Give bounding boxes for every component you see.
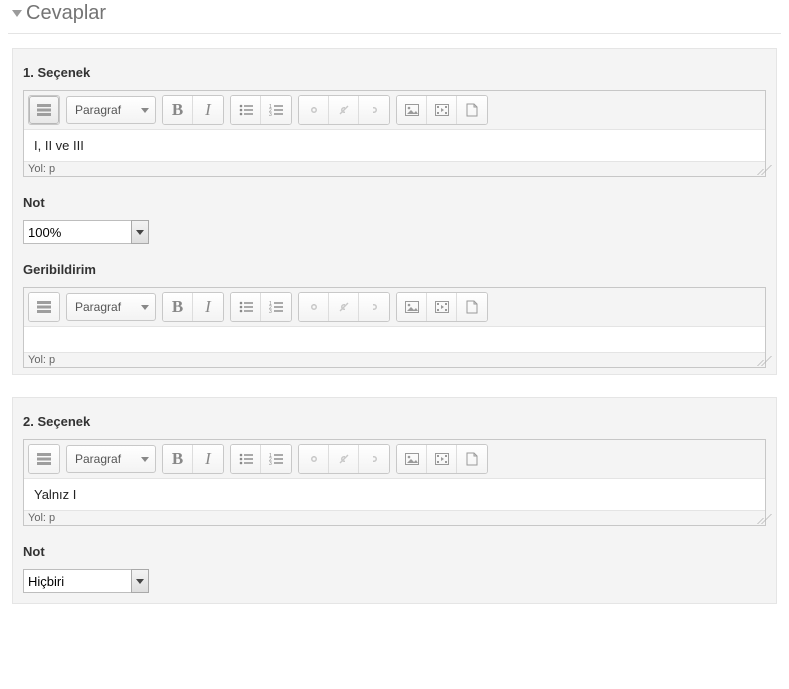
format-select[interactable]: Paragraf [66, 445, 156, 473]
answer-editor-1: Paragraf B I 123 [23, 90, 766, 177]
answer-content-input[interactable]: I, II ve III [24, 129, 765, 161]
svg-text:3: 3 [269, 461, 272, 465]
media-button[interactable] [427, 96, 457, 124]
feedback-editor-1: Paragraf B I 123 Yol [23, 287, 766, 368]
chevron-down-icon [136, 579, 144, 584]
select-dropdown-button[interactable] [131, 569, 149, 593]
editor-path-bar: Yol: p [24, 352, 765, 367]
file-button[interactable] [457, 445, 487, 473]
grade-label: Not [23, 195, 766, 210]
format-select-label: Paragraf [75, 300, 121, 314]
section-title: Cevaplar [26, 2, 106, 25]
grade-select-wrap: 100% [23, 220, 149, 244]
collapse-caret-icon [12, 10, 22, 17]
image-button[interactable] [397, 96, 427, 124]
unlink-button[interactable] [329, 445, 359, 473]
select-dropdown-button[interactable] [131, 220, 149, 244]
bullet-list-button[interactable] [231, 293, 261, 321]
format-select-label: Paragraf [75, 103, 121, 117]
path-text: Yol: p [28, 512, 55, 524]
svg-text:3: 3 [269, 112, 272, 116]
bullet-list-button[interactable] [231, 445, 261, 473]
format-select-label: Paragraf [75, 452, 121, 466]
answer-content-input[interactable]: Yalnız I [24, 478, 765, 510]
file-button[interactable] [457, 96, 487, 124]
resize-grip-icon[interactable] [752, 354, 764, 366]
link-button[interactable] [299, 293, 329, 321]
chevron-down-icon [141, 305, 149, 310]
file-button[interactable] [457, 293, 487, 321]
chevron-down-icon [141, 457, 149, 462]
path-text: Yol: p [28, 354, 55, 366]
format-select[interactable]: Paragraf [66, 293, 156, 321]
toolbar-toggle-button[interactable] [29, 293, 59, 321]
option-heading: 2. Seçenek [23, 414, 766, 429]
italic-button[interactable]: I [193, 293, 223, 321]
answer-editor-2: Paragraf B I 123 Yalnız I [23, 439, 766, 526]
toolbar-toggle-button[interactable] [29, 96, 59, 124]
editor-toolbar: Paragraf B I 123 [24, 440, 765, 478]
grade-label: Not [23, 544, 766, 559]
italic-button[interactable]: I [193, 96, 223, 124]
feedback-label: Geribildirim [23, 262, 766, 277]
format-select[interactable]: Paragraf [66, 96, 156, 124]
link-button[interactable] [299, 445, 329, 473]
anchor-button[interactable] [359, 445, 389, 473]
anchor-button[interactable] [359, 96, 389, 124]
feedback-content-input[interactable] [24, 326, 765, 352]
grade-select-wrap: Hiçbiri [23, 569, 149, 593]
grade-select[interactable]: Hiçbiri [23, 569, 131, 593]
image-button[interactable] [397, 445, 427, 473]
path-text: Yol: p [28, 163, 55, 175]
unlink-button[interactable] [329, 293, 359, 321]
image-button[interactable] [397, 293, 427, 321]
option-block-1: 1. Seçenek Paragraf B I [12, 48, 777, 375]
svg-text:3: 3 [269, 309, 272, 313]
resize-grip-icon[interactable] [752, 163, 764, 175]
bold-button[interactable]: B [163, 96, 193, 124]
editor-toolbar: Paragraf B I 123 [24, 288, 765, 326]
bold-button[interactable]: B [163, 445, 193, 473]
unlink-button[interactable] [329, 96, 359, 124]
option-heading: 1. Seçenek [23, 65, 766, 80]
bullet-list-button[interactable] [231, 96, 261, 124]
numbered-list-button[interactable]: 123 [261, 96, 291, 124]
resize-grip-icon[interactable] [752, 512, 764, 524]
editor-toolbar: Paragraf B I 123 [24, 91, 765, 129]
media-button[interactable] [427, 293, 457, 321]
grade-select[interactable]: 100% [23, 220, 131, 244]
editor-path-bar: Yol: p [24, 510, 765, 525]
media-button[interactable] [427, 445, 457, 473]
section-header[interactable]: Cevaplar [8, 0, 781, 34]
numbered-list-button[interactable]: 123 [261, 445, 291, 473]
link-button[interactable] [299, 96, 329, 124]
numbered-list-button[interactable]: 123 [261, 293, 291, 321]
anchor-button[interactable] [359, 293, 389, 321]
chevron-down-icon [141, 108, 149, 113]
italic-button[interactable]: I [193, 445, 223, 473]
editor-path-bar: Yol: p [24, 161, 765, 176]
chevron-down-icon [136, 230, 144, 235]
bold-button[interactable]: B [163, 293, 193, 321]
option-block-2: 2. Seçenek Paragraf B I 123 [12, 397, 777, 604]
toolbar-toggle-button[interactable] [29, 445, 59, 473]
